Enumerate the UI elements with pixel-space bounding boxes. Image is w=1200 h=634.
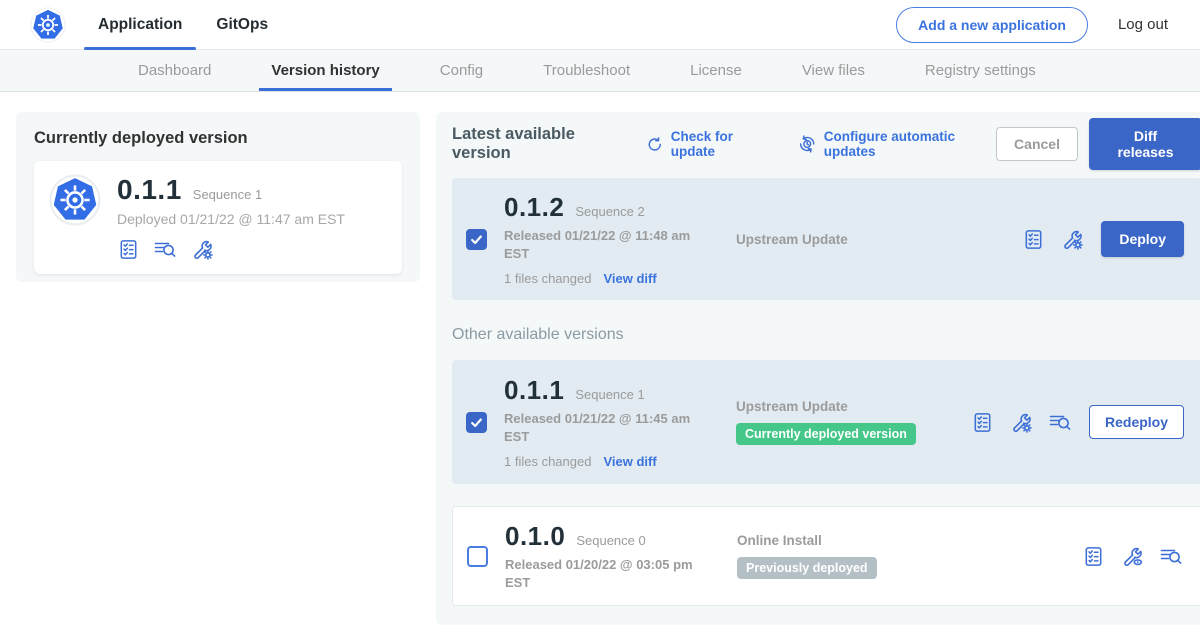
check-for-update-link[interactable]: Check for update [646,129,772,159]
cancel-button[interactable]: Cancel [996,127,1078,161]
files-changed-label: 1 files changed [504,271,591,286]
version-source-label: Upstream Update [736,232,971,247]
released-timestamp: Released 01/21/22 @ 11:45 am EST [504,410,700,445]
logout-button[interactable]: Log out [1118,16,1168,33]
subnav-tab-license[interactable]: License [690,50,742,91]
version-row-0-1-2: 0.1.2 Sequence 2 Released 01/21/22 @ 11:… [452,178,1200,300]
subnav-tab-config[interactable]: Config [440,50,483,91]
preflight-checklist-icon[interactable] [971,411,994,434]
sequence-label: Sequence 0 [576,533,645,548]
view-diff-magnifier-icon[interactable] [1159,544,1183,568]
previously-deployed-badge: Previously deployed [737,557,877,579]
redeploy-button[interactable]: Redeploy [1089,405,1184,439]
version-row-0-1-1: 0.1.1 Sequence 1 Released 01/21/22 @ 11:… [452,360,1200,484]
version-number: 0.1.0 [505,521,565,552]
app-kubernetes-icon [49,174,101,226]
edit-config-wrench-gear-icon[interactable] [1009,410,1033,434]
sequence-label: Sequence 2 [575,204,644,219]
currently-deployed-title: Currently deployed version [34,129,402,148]
version-number: 0.1.1 [504,375,564,406]
preflight-checklist-icon[interactable] [117,238,140,261]
view-diff-magnifier-icon[interactable] [1048,410,1072,434]
version-source-label: Upstream Update [736,399,971,414]
currently-deployed-panel: Currently deployed version [16,112,420,282]
preflight-checklist-icon[interactable] [1082,545,1105,568]
subnav-tab-troubleshoot[interactable]: Troubleshoot [543,50,630,91]
currently-deployed-version-card: 0.1.1 Sequence 1 Deployed 01/21/22 @ 11:… [34,161,402,274]
files-changed-label: 1 files changed [504,454,591,469]
view-diff-link[interactable]: View diff [603,271,656,286]
version-source-label: Online Install [737,533,972,548]
tab-application[interactable]: Application [98,0,182,50]
released-timestamp: Released 01/21/22 @ 11:48 am EST [504,227,700,262]
subnav-tab-dashboard[interactable]: Dashboard [138,50,211,91]
currently-deployed-badge: Currently deployed version [736,423,916,445]
kubernetes-logo-icon [30,7,66,43]
other-available-versions-title: Other available versions [452,326,1200,344]
deployed-version-number: 0.1.1 [117,174,182,206]
top-navigation: Application GitOps Add a new application… [0,0,1200,50]
latest-available-title: Latest available version [452,125,624,163]
released-timestamp: Released 01/20/22 @ 03:05 pm EST [505,556,701,591]
version-0-1-0-checkbox[interactable] [467,546,488,567]
view-config-wrench-eye-icon[interactable] [1120,544,1144,568]
subnav-tab-version-history[interactable]: Version history [271,50,379,91]
version-number: 0.1.2 [504,192,564,223]
add-new-application-button[interactable]: Add a new application [896,7,1088,43]
view-diff-magnifier-icon[interactable] [153,237,177,261]
subnav-tab-registry-settings[interactable]: Registry settings [925,50,1036,91]
edit-config-wrench-gear-icon[interactable] [1060,227,1084,251]
configure-automatic-updates-link[interactable]: Configure automatic updates [798,129,996,159]
version-0-1-2-checkbox[interactable] [466,229,487,250]
edit-config-wrench-gear-icon[interactable] [190,237,214,261]
tab-gitops[interactable]: GitOps [216,0,268,50]
app-sub-navigation: Dashboard Version history Config Trouble… [0,50,1200,92]
version-0-1-1-checkbox[interactable] [466,412,487,433]
version-history-panel: Latest available version Check for updat… [436,112,1200,625]
deployed-timestamp: Deployed 01/21/22 @ 11:47 am EST [117,211,345,227]
subnav-tab-view-files[interactable]: View files [802,50,865,91]
sequence-label: Sequence 1 [575,387,644,402]
version-row-0-1-0: 0.1.0 Sequence 0 Released 01/20/22 @ 03:… [452,506,1200,606]
view-diff-link[interactable]: View diff [603,454,656,469]
deploy-button[interactable]: Deploy [1101,221,1184,257]
preflight-checklist-icon[interactable] [1022,228,1045,251]
diff-releases-button[interactable]: Diff releases [1089,118,1200,170]
deployed-sequence-label: Sequence 1 [193,187,262,202]
